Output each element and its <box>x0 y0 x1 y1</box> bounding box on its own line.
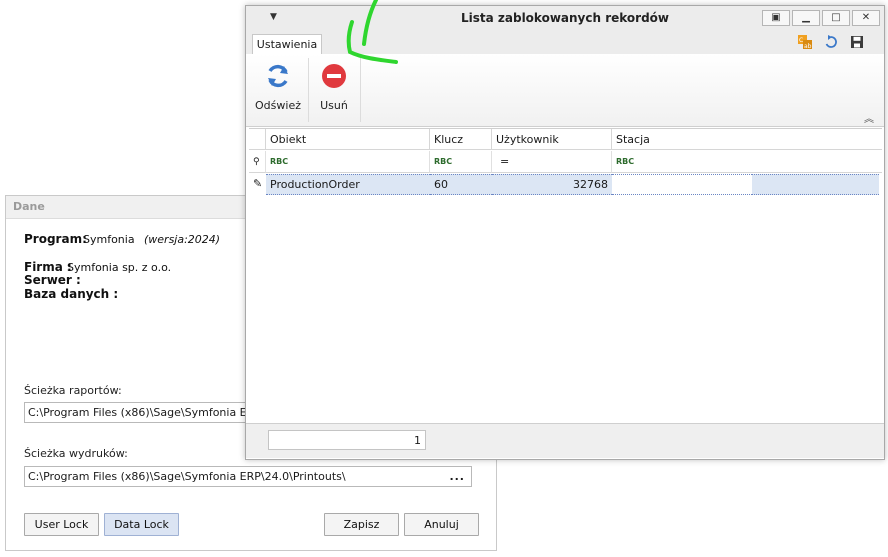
locked-records-window: ▼ Lista zablokowanych rekordów ▣ ▁ □ ✕ U… <box>245 5 885 460</box>
anuluj-button[interactable]: Anuluj <box>404 513 479 536</box>
undo-icon[interactable] <box>824 35 838 49</box>
wydruki-path-value: C:\Program Files (x86)\Sage\Symfonia ERP… <box>28 470 346 483</box>
column-header-stacja[interactable]: Stacja <box>612 129 882 150</box>
filter-stacja[interactable]: RBC <box>612 151 882 173</box>
collapse-ribbon-icon[interactable]: ︽ <box>864 110 874 125</box>
browse-button[interactable]: ... <box>449 467 465 486</box>
filter-klucz[interactable]: RBC <box>430 151 492 173</box>
save-icon[interactable] <box>850 35 864 49</box>
zapisz-button[interactable]: Zapisz <box>324 513 399 536</box>
minimize-icon[interactable]: ▁ <box>792 10 820 26</box>
filter-obiekt[interactable]: RBC <box>266 151 430 173</box>
fullscreen-icon[interactable]: ▣ <box>762 10 790 26</box>
refresh-label: Odśwież <box>255 99 301 112</box>
svg-text:C: C <box>799 37 803 44</box>
row-filler <box>752 174 879 195</box>
program-version: (wersja:2024) <box>144 233 221 246</box>
filter-row-icon: ⚲ <box>249 151 266 173</box>
user-lock-button[interactable]: User Lock <box>24 513 99 536</box>
cell-uzytkownik[interactable]: 32768 <box>492 174 612 195</box>
program-label: Program: <box>24 232 87 246</box>
delete-label: Usuń <box>320 99 348 112</box>
filter-text-icon: RBC <box>616 157 635 166</box>
grid-footer: 1 <box>246 423 884 458</box>
baza-label: Baza danych : <box>24 287 119 301</box>
cell-klucz[interactable]: 60 <box>430 174 492 195</box>
tab-ustawienia[interactable]: Ustawienia <box>252 34 322 55</box>
program-value: Symfonia <box>83 233 135 246</box>
wydruki-label: Ścieżka wydruków: <box>24 447 128 460</box>
refresh-icon <box>268 64 288 88</box>
firma-label: Firma : <box>24 260 72 274</box>
cell-obiekt[interactable]: ProductionOrder <box>266 174 430 195</box>
refresh-button[interactable]: Odśwież <box>250 58 306 118</box>
filter-equals-icon: = <box>500 155 510 168</box>
row-edit-indicator-icon: ✎ <box>249 174 266 195</box>
firma-value: Symfonia sp. z o.o. <box>67 261 172 274</box>
svg-text:ab: ab <box>804 43 812 49</box>
raporty-path-value: C:\Program Files (x86)\Sage\Symfonia ERP… <box>28 406 259 419</box>
column-header-klucz[interactable]: Klucz <box>430 129 492 150</box>
serwer-label: Serwer : <box>24 273 81 287</box>
row-indicator-header <box>249 129 266 150</box>
records-grid: Obiekt Klucz Użytkownik Stacja ⚲ RBC RBC… <box>249 128 882 423</box>
raporty-label: Ścieżka raportów: <box>24 384 122 397</box>
filter-text-icon: RBC <box>434 157 453 166</box>
wydruki-path-field[interactable]: C:\Program Files (x86)\Sage\Symfonia ERP… <box>24 466 472 487</box>
filter-text-icon: RBC <box>270 157 289 166</box>
close-icon[interactable]: ✕ <box>852 10 880 26</box>
record-count: 1 <box>268 430 426 450</box>
cell-stacja[interactable] <box>612 174 752 195</box>
maximize-icon[interactable]: □ <box>822 10 850 26</box>
column-header-obiekt[interactable]: Obiekt <box>266 129 430 150</box>
column-header-uzytkownik[interactable]: Użytkownik <box>492 129 612 150</box>
translate-icon[interactable]: C ab <box>798 35 812 49</box>
annotation-arrow <box>346 0 398 64</box>
data-lock-button[interactable]: Data Lock <box>104 513 179 536</box>
filter-uzytkownik[interactable]: = <box>492 151 612 173</box>
raporty-path-field[interactable]: C:\Program Files (x86)\Sage\Symfonia ERP… <box>24 402 259 423</box>
